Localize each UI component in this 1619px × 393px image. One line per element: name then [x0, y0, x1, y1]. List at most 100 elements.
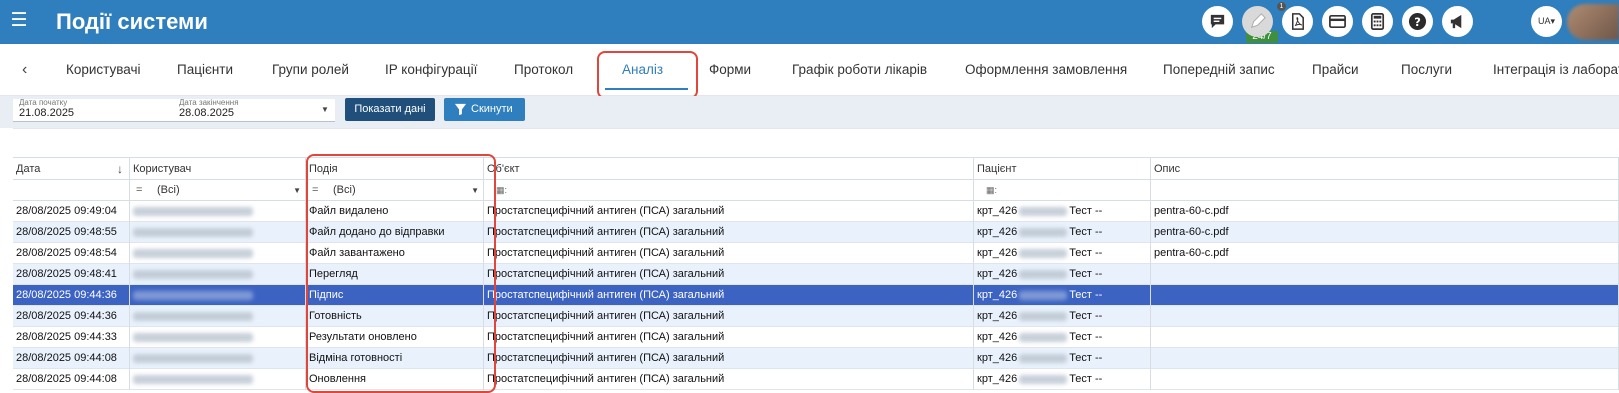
cell-date[interactable]: 28/08/2025 09:44:08 — [13, 348, 130, 369]
tab-services[interactable]: Послуги — [1401, 60, 1452, 80]
cell-description[interactable] — [1151, 327, 1619, 348]
cell-date[interactable]: 28/08/2025 09:48:54 — [13, 243, 130, 264]
cell-description[interactable]: pentra-60-c.pdf — [1151, 201, 1619, 222]
date-range-picker[interactable]: Дата початку 21.08.2025 Дата закінчення … — [13, 98, 335, 122]
cell-patient[interactable]: крт_426 Тест -- — [974, 222, 1151, 243]
cell-object[interactable]: Простатспецифічний антиген (ПСА) загальн… — [484, 264, 974, 285]
cell-user[interactable] — [130, 285, 306, 306]
cell-date[interactable]: 28/08/2025 09:44:08 — [13, 369, 130, 390]
table-row[interactable]: 28/08/2025 09:48:54 Файл завантажено Прост… — [13, 243, 1619, 264]
announcements-button[interactable] — [1442, 6, 1473, 37]
tabs-prev-icon[interactable]: ‹ — [22, 60, 36, 80]
col-header-date[interactable]: Дата ↓ — [13, 158, 130, 180]
tab-ip-config[interactable]: IP конфігурації — [385, 60, 477, 80]
cell-patient[interactable]: крт_426 Тест -- — [974, 348, 1151, 369]
col-header-object[interactable]: Об'єкт — [484, 158, 974, 180]
cell-user[interactable] — [130, 369, 306, 390]
table-row[interactable]: 28/08/2025 09:44:08 Відміна готовності Про… — [13, 348, 1619, 369]
tab-doctor-schedule[interactable]: Графік роботи лікарів — [792, 60, 927, 80]
cell-user[interactable] — [130, 201, 306, 222]
date-from-value[interactable]: 21.08.2025 — [19, 107, 74, 119]
cell-description[interactable] — [1151, 264, 1619, 285]
cell-description[interactable]: pentra-60-c.pdf — [1151, 222, 1619, 243]
col-header-user[interactable]: Користувач — [130, 158, 306, 180]
chevron-down-icon[interactable]: ▼ — [293, 180, 301, 201]
cell-date[interactable]: 28/08/2025 09:48:55 — [13, 222, 130, 243]
cell-object[interactable]: Простатспецифічний антиген (ПСА) загальн… — [484, 243, 974, 264]
cell-date[interactable]: 28/08/2025 09:44:36 — [13, 285, 130, 306]
tab-forms[interactable]: Форми — [709, 60, 751, 80]
cell-object[interactable]: Простатспецифічний антиген (ПСА) загальн… — [484, 201, 974, 222]
cell-user[interactable] — [130, 222, 306, 243]
payment-button[interactable] — [1322, 6, 1353, 37]
table-row[interactable]: 28/08/2025 09:49:04 Файл видалено Простатс… — [13, 201, 1619, 222]
cell-patient[interactable]: крт_426 Тест -- — [974, 264, 1151, 285]
show-data-button[interactable]: Показати дані — [345, 98, 435, 121]
table-row[interactable]: 28/08/2025 09:48:41 Перегляд Простатспециф… — [13, 264, 1619, 285]
cell-object[interactable]: Простатспецифічний антиген (ПСА) загальн… — [484, 222, 974, 243]
cell-date[interactable]: 28/08/2025 09:49:04 — [13, 201, 130, 222]
table-row[interactable]: 28/08/2025 09:44:33 Результати оновлено Пр… — [13, 327, 1619, 348]
calculator-button[interactable] — [1362, 6, 1393, 37]
table-row[interactable]: 28/08/2025 09:44:08 Оновлення Простатспеци… — [13, 369, 1619, 390]
language-selector[interactable]: UA▾ — [1531, 6, 1562, 37]
filter-patient[interactable]: ▦: — [974, 180, 1151, 201]
cell-patient[interactable]: крт_426 Тест -- — [974, 327, 1151, 348]
filter-date[interactable] — [13, 180, 130, 201]
cell-description[interactable]: pentra-60-c.pdf — [1151, 243, 1619, 264]
table-row[interactable]: 28/08/2025 09:44:36 Готовність Простатспец… — [13, 306, 1619, 327]
cell-user[interactable] — [130, 243, 306, 264]
cell-object[interactable]: Простатспецифічний антиген (ПСА) загальн… — [484, 327, 974, 348]
pdf-button[interactable] — [1282, 6, 1313, 37]
redacted-patient-name — [1019, 312, 1068, 321]
cell-user[interactable] — [130, 327, 306, 348]
tab-protocol[interactable]: Протокол — [514, 60, 573, 80]
date-dropdown-icon[interactable]: ▼ — [321, 105, 329, 114]
col-header-patient[interactable]: Пацієнт — [974, 158, 1151, 180]
cell-description[interactable] — [1151, 348, 1619, 369]
table-row[interactable]: 28/08/2025 09:48:55 Файл додано до відпра… — [13, 222, 1619, 243]
chat-support-button[interactable] — [1202, 6, 1233, 37]
cell-date[interactable]: 28/08/2025 09:44:33 — [13, 327, 130, 348]
redacted-user — [133, 333, 253, 342]
filter-description[interactable] — [1151, 180, 1619, 201]
filter-user[interactable]: = (Всі) ▼ — [130, 180, 306, 201]
tab-lab-integration[interactable]: Інтеграція із лаборато — [1493, 60, 1619, 80]
cell-date[interactable]: 28/08/2025 09:48:41 — [13, 264, 130, 285]
tab-role-groups[interactable]: Групи ролей — [272, 60, 349, 80]
signature-button[interactable] — [1242, 6, 1273, 37]
cell-user[interactable] — [130, 348, 306, 369]
reset-button[interactable]: Скинути — [444, 98, 525, 121]
cell-user[interactable] — [130, 264, 306, 285]
cell-object[interactable]: Простатспецифічний антиген (ПСА) загальн… — [484, 285, 974, 306]
cell-description[interactable] — [1151, 369, 1619, 390]
cell-user[interactable] — [130, 306, 306, 327]
tab-prices[interactable]: Прайси — [1312, 60, 1359, 80]
cell-date[interactable]: 28/08/2025 09:44:36 — [13, 306, 130, 327]
cell-object[interactable]: Простатспецифічний антиген (ПСА) загальн… — [484, 369, 974, 390]
col-header-description[interactable]: Опис — [1151, 158, 1619, 180]
tab-pre-booking[interactable]: Попередній запис — [1163, 60, 1275, 80]
cell-patient[interactable]: крт_426 Тест -- — [974, 306, 1151, 327]
redacted-patient-name — [1019, 375, 1068, 384]
avatar[interactable] — [1567, 4, 1619, 40]
cell-patient[interactable]: крт_426 Тест -- — [974, 369, 1151, 390]
tab-patients[interactable]: Пацієнти — [177, 60, 233, 80]
sort-desc-icon[interactable]: ↓ — [117, 158, 123, 180]
table-row[interactable]: 28/08/2025 09:44:36 Підпис Простатспецифіч… — [13, 285, 1619, 306]
redacted-patient-name — [1019, 333, 1068, 342]
cell-object[interactable]: Простатспецифічний антиген (ПСА) загальн… — [484, 348, 974, 369]
cell-object[interactable]: Простатспецифічний антиген (ПСА) загальн… — [484, 306, 974, 327]
cell-patient[interactable]: крт_426 Тест -- — [974, 243, 1151, 264]
help-button[interactable]: ? — [1402, 6, 1433, 37]
tab-order[interactable]: Оформлення замовлення — [965, 60, 1127, 80]
cell-patient[interactable]: крт_426 Тест -- — [974, 285, 1151, 306]
top-bar: ☰ Події системи 24/7 1 ? UA▾ — [0, 0, 1619, 44]
cell-patient[interactable]: крт_426 Тест -- — [974, 201, 1151, 222]
date-to-value[interactable]: 28.08.2025 — [179, 107, 234, 119]
cell-description[interactable] — [1151, 285, 1619, 306]
menu-icon[interactable]: ☰ — [9, 9, 29, 33]
filter-object[interactable]: ▦: — [484, 180, 974, 201]
tab-users[interactable]: Користувачі — [66, 60, 141, 80]
cell-description[interactable] — [1151, 306, 1619, 327]
